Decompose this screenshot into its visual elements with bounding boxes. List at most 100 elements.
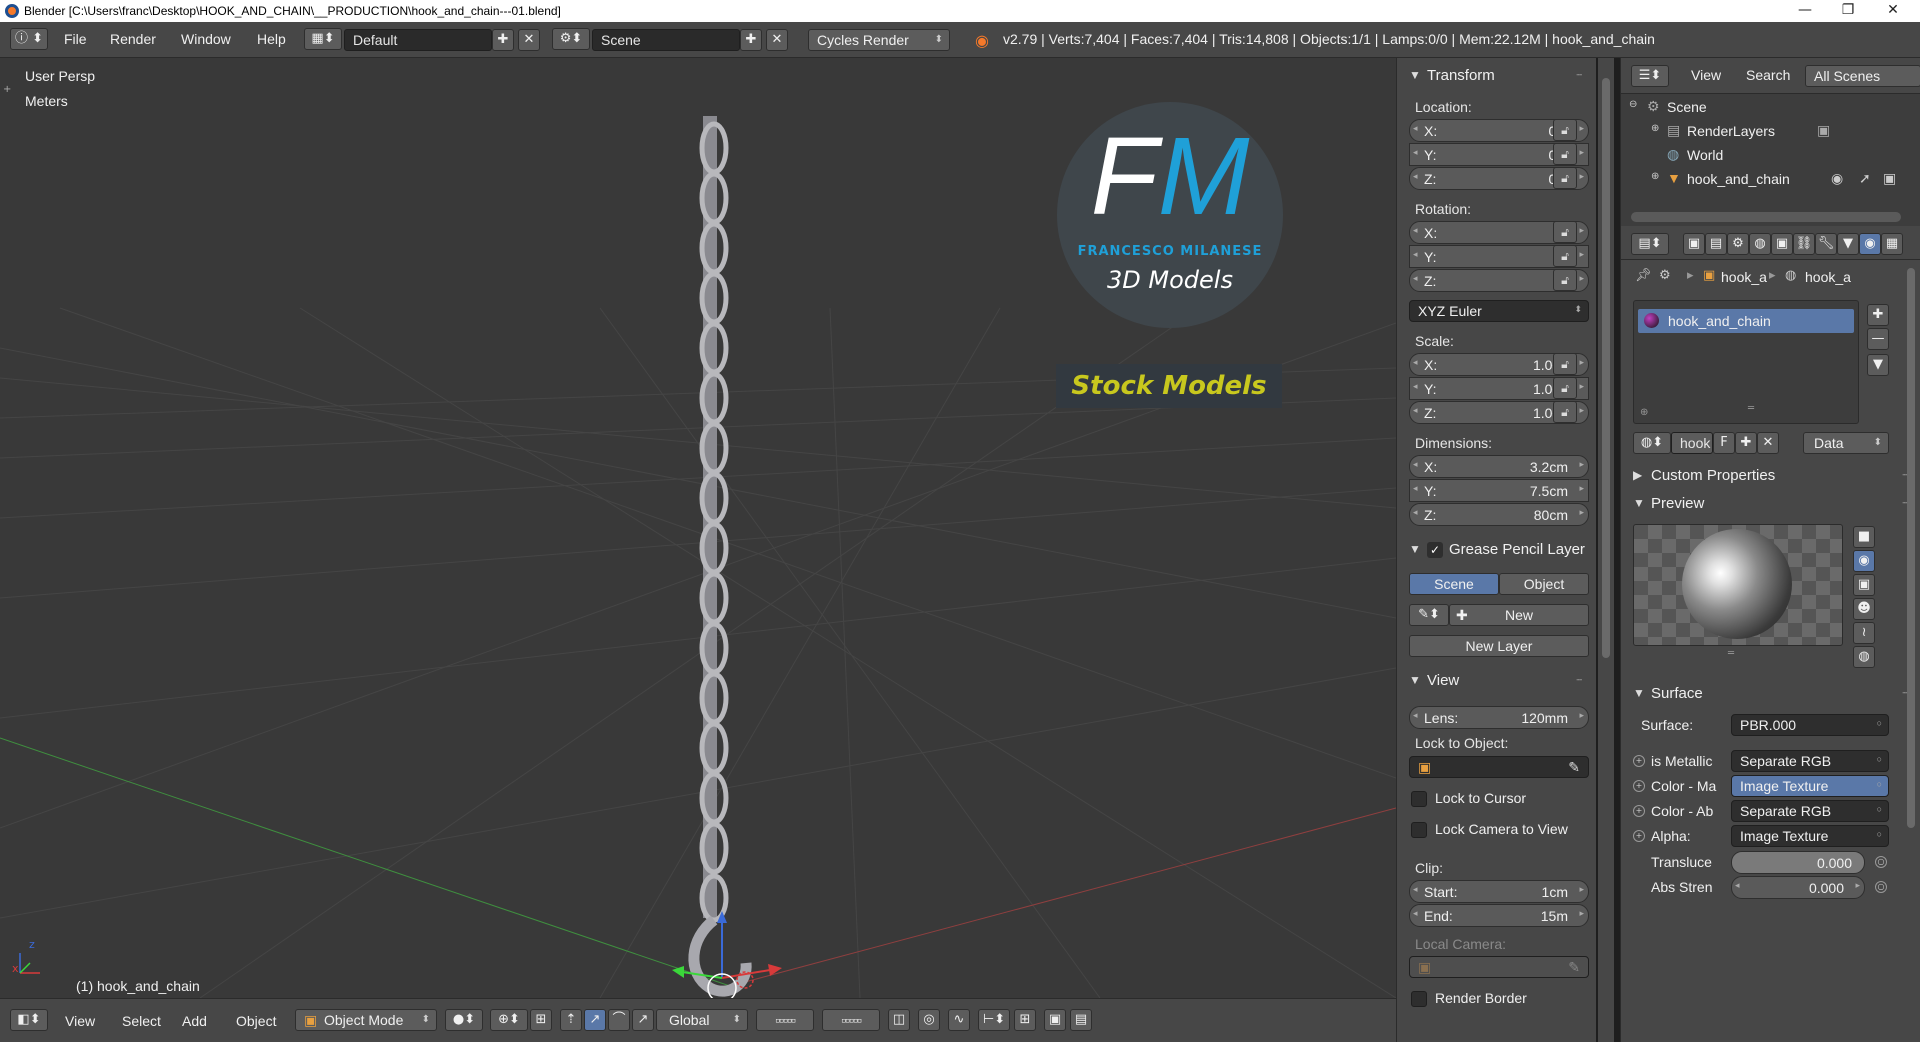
menu-help[interactable]: Help bbox=[257, 31, 286, 47]
translate-manipulator-icon[interactable]: ⇡ bbox=[560, 1009, 582, 1031]
surface-header[interactable]: ▼ Surface ∙∙∙∙ bbox=[1621, 682, 1920, 708]
input-link-alpha[interactable]: Image Texture ○ bbox=[1731, 825, 1889, 847]
translucence-slider[interactable]: 0.000 bbox=[1731, 851, 1865, 874]
rotate-manipulator-icon[interactable]: ↗ bbox=[584, 1009, 606, 1031]
lock-layers-icon[interactable]: ◫ bbox=[888, 1009, 910, 1031]
pin-icon[interactable]: 📌︎ bbox=[1635, 268, 1652, 283]
material-slot-item[interactable]: hook_and_chain bbox=[1638, 309, 1854, 333]
orientation-icon[interactable]: ↗ bbox=[632, 1009, 654, 1031]
tab-render-layers-icon[interactable]: ▤ bbox=[1705, 233, 1727, 255]
mode-dropdown[interactable]: ▣ Object Mode ⬍ bbox=[295, 1009, 437, 1031]
menu-select[interactable]: Select bbox=[122, 1013, 161, 1029]
preview-sphere-icon[interactable]: ◉ bbox=[1853, 550, 1875, 572]
expand-plus-icon[interactable]: ⊕ bbox=[1651, 123, 1659, 134]
outliner-item-renderlayers[interactable]: ⊕ ▤ RenderLayers ▣ bbox=[1621, 120, 1920, 144]
transform-panel-header[interactable]: ▼ Transform ∙∙∙∙ bbox=[1397, 64, 1589, 90]
grease-pencil-tab-object[interactable]: Object bbox=[1499, 573, 1589, 595]
tab-world-icon[interactable]: ◍ bbox=[1749, 233, 1771, 255]
screen-layout-icon[interactable]: ▦⬍ bbox=[304, 28, 342, 50]
menu-view[interactable]: View bbox=[65, 1013, 95, 1029]
new-material-icon[interactable]: ✚ bbox=[1735, 432, 1757, 454]
menu-object[interactable]: Object bbox=[236, 1013, 276, 1029]
snap-target-icon[interactable]: ⊞ bbox=[1014, 1009, 1036, 1031]
input-link-metallic[interactable]: Separate RGB ○ bbox=[1731, 750, 1889, 772]
list-options-icon[interactable]: ⊕ bbox=[1640, 407, 1648, 418]
new-layer-button[interactable]: New Layer bbox=[1409, 635, 1589, 657]
grease-pencil-panel-header[interactable]: ▼ ✓ Grease Pencil Layer bbox=[1397, 538, 1589, 564]
expand-socket-icon[interactable]: + bbox=[1633, 805, 1645, 817]
lock-location-z-icon[interactable]: 🔓︎ bbox=[1553, 167, 1577, 189]
panel-grip-icon[interactable]: ∙∙∙∙ bbox=[1576, 67, 1583, 81]
chain-model[interactable] bbox=[688, 116, 752, 997]
lock-scale-z-icon[interactable]: 🔓︎ bbox=[1553, 401, 1577, 423]
input-socket-icon[interactable]: ○ bbox=[1875, 856, 1887, 868]
lock-rotation-y-icon[interactable]: 🔓︎ bbox=[1553, 245, 1577, 267]
clip-end-field[interactable]: ◂ End: 15m ▸ bbox=[1409, 904, 1589, 927]
lock-camera-checkbox[interactable] bbox=[1411, 822, 1427, 838]
render-still-icon[interactable]: ▣ bbox=[1044, 1009, 1066, 1031]
tab-constraints-icon[interactable]: ⛓ bbox=[1793, 233, 1815, 255]
grease-pencil-enable-checkbox[interactable]: ✓ bbox=[1427, 542, 1443, 558]
layers-grid-a[interactable]: ▫▫▫▫▫ bbox=[756, 1009, 814, 1031]
tab-object-icon[interactable]: ▣ bbox=[1771, 233, 1793, 255]
expand-socket-icon[interactable]: + bbox=[1633, 755, 1645, 767]
input-link-color-ma[interactable]: Image Texture ○ bbox=[1731, 775, 1889, 797]
preview-resize-grip-icon[interactable]: ═ bbox=[1728, 648, 1734, 659]
material-specials-icon[interactable]: ▼ bbox=[1867, 354, 1889, 376]
grease-pencil-new-button[interactable]: ✚ New bbox=[1449, 604, 1589, 626]
lock-scale-x-icon[interactable]: 🔓︎ bbox=[1553, 353, 1577, 375]
snap-element-icon[interactable]: ⊢⬍ bbox=[978, 1009, 1010, 1031]
proportional-edit-icon[interactable]: ◎ bbox=[918, 1009, 940, 1031]
tab-data-icon[interactable]: ▼ bbox=[1837, 233, 1859, 255]
viewport-shading-icon[interactable]: ●⬍ bbox=[445, 1009, 483, 1031]
grease-pencil-browse-icon[interactable]: ✎⬍ bbox=[1409, 604, 1449, 626]
screen-layout-field[interactable]: Default bbox=[344, 29, 492, 51]
selectable-cursor-icon[interactable]: ➚ bbox=[1859, 170, 1871, 187]
outliner-item-scene[interactable]: ⊖ ⚙ Scene bbox=[1621, 96, 1920, 120]
eyedropper-icon[interactable]: ✎ bbox=[1568, 759, 1580, 776]
grease-pencil-tab-scene[interactable]: Scene bbox=[1409, 573, 1499, 595]
tab-texture-icon[interactable]: ▦ bbox=[1881, 233, 1903, 255]
tab-modifiers-icon[interactable]: 🔧︎ bbox=[1815, 233, 1837, 255]
add-scene-icon[interactable]: ✚ bbox=[740, 29, 762, 51]
lock-location-x-icon[interactable]: 🔓︎ bbox=[1553, 119, 1577, 141]
preview-cube-icon[interactable]: ▣ bbox=[1853, 574, 1875, 596]
fake-user-button[interactable]: F bbox=[1713, 432, 1735, 454]
clip-start-field[interactable]: ◂ Start: 1cm ▸ bbox=[1409, 880, 1589, 903]
tab-render-icon[interactable]: ▣ bbox=[1683, 233, 1705, 255]
outliner-menu-view[interactable]: View bbox=[1691, 67, 1721, 83]
close-button[interactable]: ✕ bbox=[1878, 2, 1908, 18]
editor-type-info-icon[interactable]: ⓘ ⬍ bbox=[10, 28, 48, 50]
menu-add[interactable]: Add bbox=[182, 1013, 207, 1029]
tab-scene-icon[interactable]: ⚙ bbox=[1727, 233, 1749, 255]
panel-grip-icon[interactable]: ∙∙∙∙ bbox=[1576, 672, 1583, 686]
lock-rotation-z-icon[interactable]: 🔓︎ bbox=[1553, 269, 1577, 291]
list-resize-grip-icon[interactable]: ═ bbox=[1748, 403, 1754, 414]
preview-flat-icon[interactable]: ■ bbox=[1853, 526, 1875, 548]
pivot-point-icon[interactable]: ⊕⬍ bbox=[490, 1009, 528, 1031]
lens-field[interactable]: ◂ Lens: 120mm ▸ bbox=[1409, 706, 1589, 729]
scene-icon[interactable]: ⚙⬍ bbox=[552, 28, 590, 50]
minimize-button[interactable]: — bbox=[1790, 2, 1820, 18]
remove-screen-icon[interactable]: ✕ bbox=[518, 29, 540, 51]
3d-viewport[interactable]: User Persp Meters + (1) hook_and_chain x… bbox=[0, 58, 1396, 998]
dimensions-z-field[interactable]: ◂ Z: 80cm ▸ bbox=[1409, 503, 1589, 526]
expand-plus-icon[interactable]: ⊕ bbox=[1651, 171, 1659, 182]
maximize-button[interactable]: ❐ bbox=[1833, 2, 1863, 18]
preview-header[interactable]: ▼ Preview ∙∙∙∙ bbox=[1621, 492, 1920, 518]
editor-type-properties-icon[interactable]: ▤⬍ bbox=[1631, 233, 1669, 255]
properties-panel-scrollbar[interactable] bbox=[1598, 58, 1614, 1042]
add-screen-icon[interactable]: ✚ bbox=[492, 29, 514, 51]
lock-rotation-x-icon[interactable]: 🔓︎ bbox=[1553, 221, 1577, 243]
render-engine-dropdown[interactable]: Cycles Render ⬍ bbox=[808, 29, 950, 51]
custom-properties-header[interactable]: ▶ Custom Properties ∙∙∙∙ bbox=[1621, 464, 1920, 490]
remove-scene-icon[interactable]: ✕ bbox=[766, 29, 788, 51]
expand-socket-icon[interactable]: + bbox=[1633, 780, 1645, 792]
renderable-camera-icon[interactable]: ▣ bbox=[1883, 170, 1896, 187]
scrollbar-thumb[interactable] bbox=[1602, 78, 1610, 658]
input-link-color-ab[interactable]: Separate RGB ○ bbox=[1731, 800, 1889, 822]
editor-type-3dview-icon[interactable]: ◧⬍ bbox=[10, 1009, 48, 1031]
material-name-field[interactable]: hook bbox=[1671, 432, 1713, 454]
abs-strength-field[interactable]: ◂ 0.000 ▸ bbox=[1731, 876, 1865, 899]
properties-scrollbar[interactable] bbox=[1907, 268, 1915, 828]
